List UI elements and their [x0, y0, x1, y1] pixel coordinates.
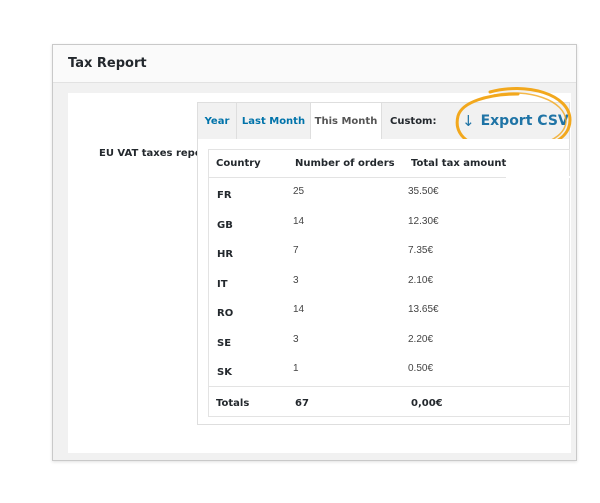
- window-header: Tax Report: [53, 45, 576, 83]
- header-orders: Number of orders: [295, 158, 395, 169]
- tax-amount: 2.20€: [408, 334, 434, 345]
- table-row: RO 14 13.65€: [209, 296, 569, 326]
- order-count: 7: [293, 245, 299, 256]
- table-row: SE 3 2.20€: [209, 326, 569, 356]
- tax-amount: 13.65€: [408, 304, 439, 315]
- totals-row: Totals 67 0,00€: [209, 386, 569, 418]
- report-label: EU VAT taxes report: [99, 148, 212, 159]
- country-code: FR: [217, 190, 232, 201]
- tax-amount: 12.30€: [408, 216, 439, 227]
- tab-this-month[interactable]: This Month: [310, 102, 382, 140]
- country-code: IT: [217, 279, 228, 290]
- table-row: HR 7 7.35€: [209, 237, 569, 267]
- country-code: RO: [217, 308, 234, 319]
- order-count: 3: [293, 334, 299, 345]
- tab-last-month[interactable]: Last Month: [236, 102, 311, 140]
- order-count: 3: [293, 275, 299, 286]
- order-count: 25: [293, 186, 305, 197]
- header-tax: Total tax amount: [411, 158, 507, 169]
- country-code: SK: [217, 367, 232, 378]
- order-count: 14: [293, 304, 305, 315]
- table-row: SK 1 0.50€: [209, 355, 569, 385]
- tax-amount: 2.10€: [408, 275, 434, 286]
- country-code: HR: [217, 249, 234, 260]
- tax-amount: 0.50€: [408, 363, 434, 374]
- order-count: 1: [293, 363, 299, 374]
- order-count: 14: [293, 216, 305, 227]
- export-csv-label: Export CSV: [480, 113, 569, 129]
- totals-label: Totals: [216, 398, 250, 409]
- arrow-down-icon: ↓: [462, 112, 475, 130]
- tab-custom[interactable]: Custom:: [381, 102, 453, 140]
- table-row: GB 14 12.30€: [209, 208, 569, 238]
- table-header: Country Number of orders Total tax amoun…: [209, 150, 570, 178]
- tab-year[interactable]: Year: [197, 102, 237, 140]
- window-title: Tax Report: [68, 56, 147, 71]
- country-code: SE: [217, 338, 232, 349]
- table-row: FR 25 35.50€: [209, 178, 569, 208]
- tax-amount: 7.35€: [408, 245, 434, 256]
- totals-tax: 0,00€: [411, 398, 443, 409]
- tax-table: Country Number of orders Total tax amoun…: [208, 149, 570, 417]
- header-country: Country: [216, 158, 261, 169]
- country-code: GB: [217, 220, 233, 231]
- totals-orders: 67: [295, 398, 309, 409]
- tax-amount: 35.50€: [408, 186, 439, 197]
- table-row: IT 3 2.10€: [209, 267, 569, 297]
- export-csv-button[interactable]: ↓ Export CSV: [462, 109, 569, 133]
